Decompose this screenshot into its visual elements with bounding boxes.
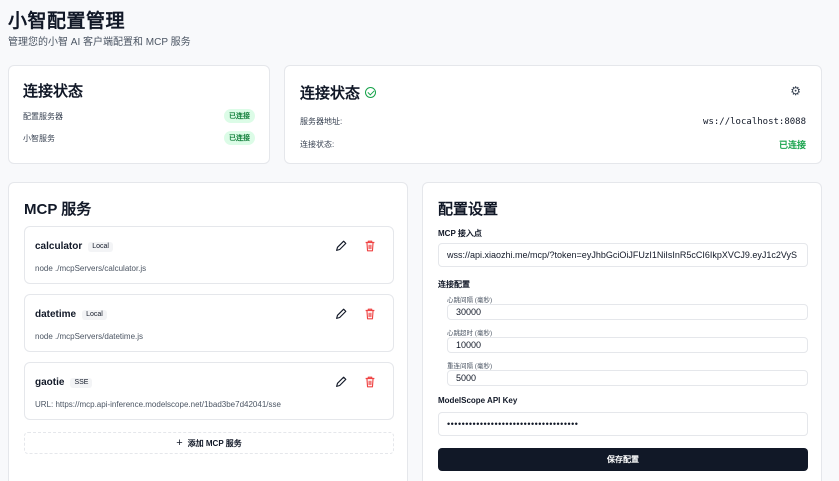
- card-title-row: 连接状态: [300, 82, 377, 103]
- plus-icon: +: [176, 437, 183, 449]
- trash-icon[interactable]: [363, 239, 377, 253]
- connection-state-label: 连接状态:: [300, 140, 335, 149]
- heartbeat-timeout-label: 心跳超时 (毫秒): [447, 330, 493, 337]
- heartbeat-timeout-input[interactable]: 10000: [447, 337, 808, 353]
- status-label: 小智服务: [23, 133, 55, 143]
- status-label: 配置服务器: [23, 111, 63, 121]
- gear-icon[interactable]: ⚙: [790, 84, 801, 98]
- card-title: 连接状态: [23, 83, 84, 100]
- card-title: MCP 服务: [24, 201, 92, 218]
- pencil-icon[interactable]: [334, 239, 348, 253]
- server-address-row: 服务器地址: ws://localhost:8088: [300, 116, 806, 127]
- endpoint-input[interactable]: wss://api.xiaozhi.me/mcp/?token=eyJhbGci…: [438, 243, 808, 267]
- service-name: calculator: [35, 241, 83, 252]
- service-type-badge: Local: [88, 241, 113, 252]
- heartbeat-interval-label: 心跳间隔 (毫秒): [447, 297, 493, 304]
- service-name: gaotie: [35, 377, 65, 388]
- connection-state-row: 连接状态: 已连接: [300, 138, 806, 151]
- endpoint-label: MCP 接入点: [438, 229, 482, 238]
- service-url: URL: https://mcp.api-inference.modelscop…: [35, 400, 281, 409]
- service-type-badge: Local: [82, 309, 107, 320]
- server-address-value: ws://localhost:8088: [703, 116, 806, 127]
- page-title: 小智配置管理: [8, 11, 126, 32]
- service-item-datetime: datetime Local node ./mcpServers/datetim…: [24, 294, 394, 352]
- pencil-icon[interactable]: [334, 307, 348, 321]
- config-settings-card: 配置设置 MCP 接入点 wss://api.xiaozhi.me/mcp/?t…: [422, 182, 822, 481]
- trash-icon[interactable]: [363, 307, 377, 321]
- api-key-label: ModelScope API Key: [438, 396, 518, 405]
- service-name-row: calculator Local: [35, 241, 113, 252]
- service-item-gaotie: gaotie SSE URL: https://mcp.api-inferenc…: [24, 362, 394, 420]
- service-name-row: datetime Local: [35, 309, 107, 320]
- reconnect-interval-input[interactable]: 5000: [447, 370, 808, 386]
- page-subtitle: 管理您的小智 AI 客户端配置和 MCP 服务: [8, 37, 191, 48]
- service-command: node ./mcpServers/datetime.js: [35, 332, 144, 341]
- status-badge: 已连接: [224, 131, 255, 145]
- service-name-row: gaotie SSE: [35, 377, 93, 388]
- status-row-config-server: 配置服务器 已连接: [23, 109, 255, 123]
- card-title: 配置设置: [438, 201, 499, 218]
- status-badge: 已连接: [224, 109, 255, 123]
- add-mcp-service-label: 添加 MCP 服务: [187, 438, 242, 448]
- service-name: datetime: [35, 309, 77, 320]
- server-address-label: 服务器地址:: [300, 117, 343, 126]
- pencil-icon[interactable]: [334, 375, 348, 389]
- service-command: node ./mcpServers/calculator.js: [35, 264, 147, 273]
- card-title: 连接状态: [300, 85, 361, 102]
- connection-config-label: 连接配置: [438, 280, 470, 289]
- connection-detail-card: 连接状态 ⚙ 服务器地址: ws://localhost:8088 连接状态: …: [284, 65, 822, 164]
- connection-state-value: 已连接: [778, 140, 806, 150]
- heartbeat-interval-input[interactable]: 30000: [447, 304, 808, 320]
- trash-icon[interactable]: [363, 375, 377, 389]
- check-circle-icon: [365, 87, 377, 98]
- service-type-badge: SSE: [70, 377, 93, 388]
- service-item-calculator: calculator Local node ./mcpServers/calcu…: [24, 226, 394, 284]
- mcp-services-card: MCP 服务 calculator Local node ./mcpServer…: [8, 182, 408, 481]
- reconnect-interval-label: 重连间隔 (毫秒): [447, 363, 493, 370]
- connection-status-card: 连接状态 配置服务器 已连接 小智服务 已连接: [8, 65, 270, 164]
- add-mcp-service-button[interactable]: + 添加 MCP 服务: [24, 432, 394, 454]
- save-config-button[interactable]: 保存配置: [438, 448, 808, 471]
- api-key-input[interactable]: ••••••••••••••••••••••••••••••••••••: [438, 412, 808, 436]
- status-row-xiaozhi-service: 小智服务 已连接: [23, 131, 255, 145]
